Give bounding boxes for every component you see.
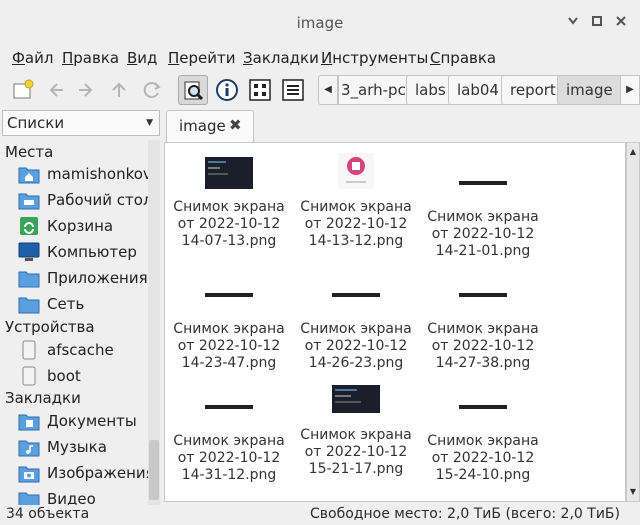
sidebar-item-network[interactable]: Сеть <box>18 293 158 317</box>
sidebar: Места mamishonkov Рабочий стол Корзина К… <box>0 140 160 505</box>
scrollbar-thumb[interactable] <box>149 440 159 500</box>
sidebar-item-computer[interactable]: Компьютер <box>18 241 158 265</box>
menu-go[interactable]: Перейти <box>168 49 236 67</box>
trash-icon <box>20 217 38 235</box>
file-item[interactable]: Снимок экрана от 2022-10-12 15-24-10.png <box>423 397 543 484</box>
sidebar-item-home[interactable]: mamishonkov <box>18 163 158 187</box>
screenshot-thumbnail-icon <box>338 153 374 189</box>
screenshot-thumbnail-icon <box>459 405 507 409</box>
screenshot-thumbnail-icon <box>459 181 507 185</box>
screenshot-thumbnail-icon <box>205 157 253 189</box>
up-button[interactable] <box>104 75 134 105</box>
sidebar-item-pictures[interactable]: Изображения <box>18 462 158 486</box>
scroll-down-icon[interactable]: ▼ <box>627 487 639 496</box>
chevron-down-icon: ▼ <box>146 118 153 128</box>
screenshot-thumbnail-icon <box>332 385 380 413</box>
minimize-icon[interactable] <box>566 14 580 28</box>
file-item[interactable]: Снимок экрана от 2022-10-12 14-31-12.png <box>169 397 289 484</box>
new-window-icon <box>13 79 34 99</box>
screenshot-thumbnail-icon <box>332 293 380 297</box>
sidebar-item-boot[interactable]: boot <box>18 365 158 389</box>
menu-bar: Файл Правка Вид Перейти Закладки Инструм… <box>0 46 640 70</box>
toolbar: ◀ 3_arh-pc labs lab04 report image ▶ <box>0 72 640 108</box>
sidebar-section-bookmarks: Закладки <box>5 389 81 407</box>
icon-view-button[interactable] <box>245 75 275 105</box>
scroll-up-icon[interactable]: ▲ <box>627 147 639 156</box>
drive-icon <box>22 366 36 386</box>
menu-tools[interactable]: Инструменты <box>321 49 428 67</box>
music-folder-icon <box>18 440 40 457</box>
sidebar-mode-select[interactable]: Списки ▼ <box>2 110 160 136</box>
breadcrumb-item[interactable]: 3_arh-pc <box>338 75 415 105</box>
screenshot-thumbnail-icon <box>205 405 253 409</box>
item-count: 34 объекта <box>6 506 90 522</box>
info-icon <box>216 79 238 101</box>
screenshot-thumbnail-icon <box>205 293 253 297</box>
content-scrollbar[interactable]: ▲ ▼ <box>626 142 640 502</box>
forward-arrow-icon <box>79 83 93 97</box>
computer-icon <box>18 242 40 261</box>
list-view-button[interactable] <box>278 75 308 105</box>
menu-bookmarks[interactable]: Закладки <box>243 49 319 67</box>
close-icon[interactable] <box>614 14 628 28</box>
search-button[interactable] <box>178 75 208 105</box>
forward-button[interactable] <box>72 75 102 105</box>
reload-icon <box>143 82 161 98</box>
drive-icon <box>22 340 36 360</box>
sidebar-section-places: Места <box>5 143 54 161</box>
free-space: Свободное место: 2,0 ТиБ (всего: 2,0 ТиБ… <box>310 506 620 522</box>
back-arrow-icon <box>49 83 63 97</box>
pictures-folder-icon <box>18 466 40 483</box>
menu-view[interactable]: Вид <box>127 49 157 67</box>
menu-file[interactable]: Файл <box>12 49 53 67</box>
breadcrumb-item[interactable]: lab04 <box>448 75 508 105</box>
sidebar-item-documents[interactable]: Документы <box>18 410 158 434</box>
breadcrumb-item-current[interactable]: image <box>557 75 622 105</box>
sidebar-item-trash[interactable]: Корзина <box>18 215 158 239</box>
desktop-folder-icon <box>18 193 40 210</box>
list-icon <box>282 79 304 101</box>
file-item[interactable]: Снимок экрана от 2022-10-12 14-27-38.png <box>423 285 543 372</box>
network-folder-icon <box>18 297 40 314</box>
close-tab-icon[interactable]: ✖ <box>229 116 242 134</box>
menu-help[interactable]: Справка <box>430 49 496 67</box>
file-item[interactable]: Снимок экрана от 2022-10-12 15-21-17.png <box>296 385 416 478</box>
breadcrumb-left-icon[interactable]: ◀ <box>318 75 338 105</box>
search-icon <box>184 81 204 101</box>
sidebar-scrollbar[interactable] <box>148 140 160 505</box>
breadcrumb-item[interactable]: report <box>501 75 565 105</box>
title-bar: image <box>0 0 640 44</box>
tab-bar: image ✖ <box>164 110 640 142</box>
window-title: image <box>296 14 344 32</box>
file-item[interactable]: Снимок экрана от 2022-10-12 14-21-01.png <box>423 173 543 260</box>
reload-button[interactable] <box>137 75 167 105</box>
file-item[interactable]: Снимок экрана от 2022-10-12 14-26-23.png <box>296 285 416 372</box>
videos-folder-icon <box>18 492 40 505</box>
screenshot-thumbnail-icon <box>459 293 507 297</box>
sidebar-item-applications[interactable]: Приложения <box>18 267 158 291</box>
documents-folder-icon <box>18 414 40 431</box>
breadcrumb-right-icon[interactable]: ▶ <box>620 75 640 105</box>
sidebar-item-afscache[interactable]: afscache <box>18 339 158 363</box>
menu-edit[interactable]: Правка <box>62 49 119 67</box>
file-view: Снимок экрана от 2022-10-12 14-07-13.png С… <box>164 142 626 502</box>
file-item[interactable]: Снимок экрана от 2022-10-12 14-23-47.png <box>169 285 289 372</box>
new-window-button[interactable] <box>8 75 38 105</box>
file-item[interactable]: Снимок экрана от 2022-10-12 14-13-12.png <box>296 153 416 250</box>
sidebar-section-devices: Устройства <box>5 318 95 336</box>
sidebar-item-videos[interactable]: Видео <box>18 488 158 505</box>
back-button[interactable] <box>40 75 70 105</box>
status-bar: 34 объекта Свободное место: 2,0 ТиБ (все… <box>0 504 640 525</box>
file-item[interactable]: Снимок экрана от 2022-10-12 14-07-13.png <box>169 157 289 250</box>
applications-folder-icon <box>18 271 40 288</box>
up-arrow-icon <box>112 82 126 97</box>
home-folder-icon <box>18 167 40 184</box>
sidebar-item-music[interactable]: Музыка <box>18 436 158 460</box>
sidebar-item-desktop[interactable]: Рабочий стол <box>18 189 158 213</box>
tab-image[interactable]: image ✖ <box>166 110 254 142</box>
info-view-button[interactable] <box>212 75 242 105</box>
maximize-icon[interactable] <box>590 14 604 28</box>
grid-icon <box>249 79 271 101</box>
